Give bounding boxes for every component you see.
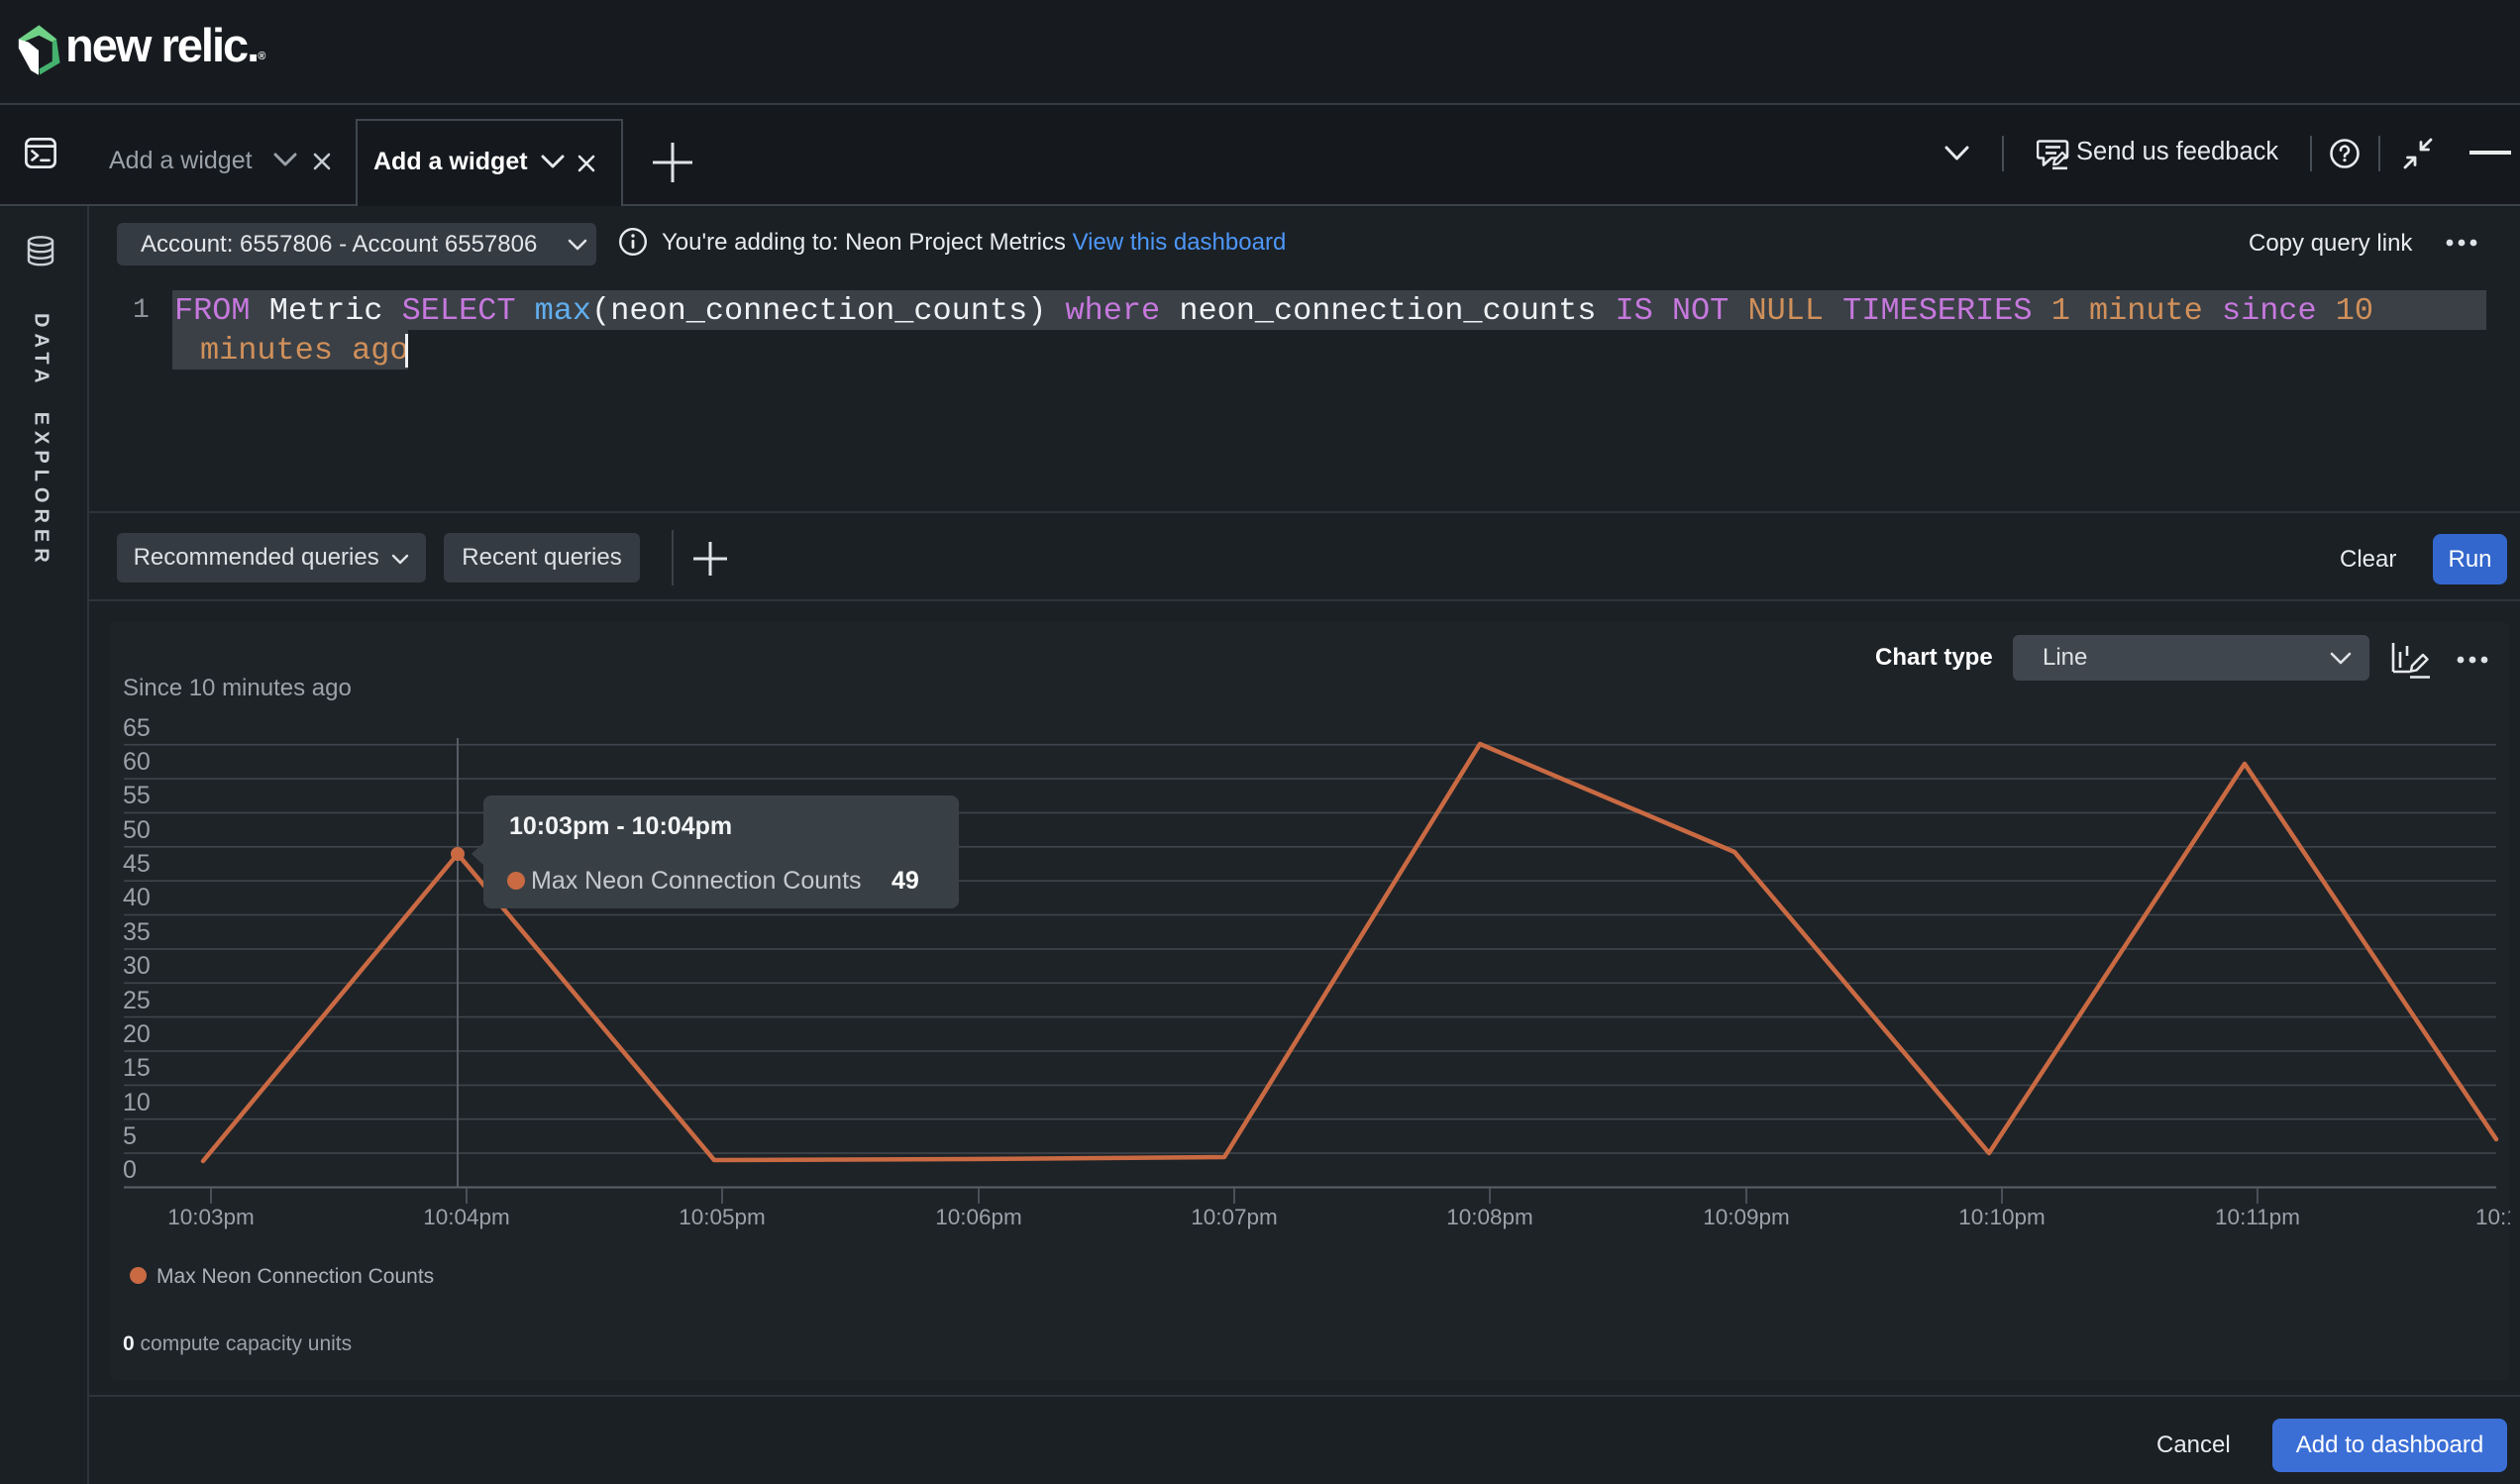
svg-text:35: 35 xyxy=(123,918,151,946)
svg-text:5: 5 xyxy=(123,1122,137,1150)
svg-text:55: 55 xyxy=(123,782,151,809)
svg-text:10:06pm: 10:06pm xyxy=(935,1205,1022,1229)
svg-text:15: 15 xyxy=(123,1054,151,1082)
svg-text:45: 45 xyxy=(123,850,151,878)
svg-text:25: 25 xyxy=(123,987,151,1014)
svg-text:10:03pm: 10:03pm xyxy=(167,1205,255,1229)
svg-text:65: 65 xyxy=(123,714,151,742)
svg-text:10:05pm: 10:05pm xyxy=(679,1205,766,1229)
svg-text:10:10pm: 10:10pm xyxy=(1958,1205,2046,1229)
svg-text:0: 0 xyxy=(123,1156,137,1184)
svg-text:10:07pm: 10:07pm xyxy=(1191,1205,1278,1229)
svg-text:30: 30 xyxy=(123,952,151,980)
svg-text:10:1: 10:1 xyxy=(2475,1205,2510,1229)
svg-text:10:04pm: 10:04pm xyxy=(423,1205,510,1229)
svg-text:20: 20 xyxy=(123,1020,151,1048)
svg-text:50: 50 xyxy=(123,816,151,844)
svg-text:10:08pm: 10:08pm xyxy=(1446,1205,1533,1229)
svg-text:40: 40 xyxy=(123,884,151,911)
svg-text:10: 10 xyxy=(123,1089,151,1116)
svg-text:60: 60 xyxy=(123,748,151,776)
svg-text:10:09pm: 10:09pm xyxy=(1703,1205,1790,1229)
svg-text:10:11pm: 10:11pm xyxy=(2215,1205,2300,1229)
